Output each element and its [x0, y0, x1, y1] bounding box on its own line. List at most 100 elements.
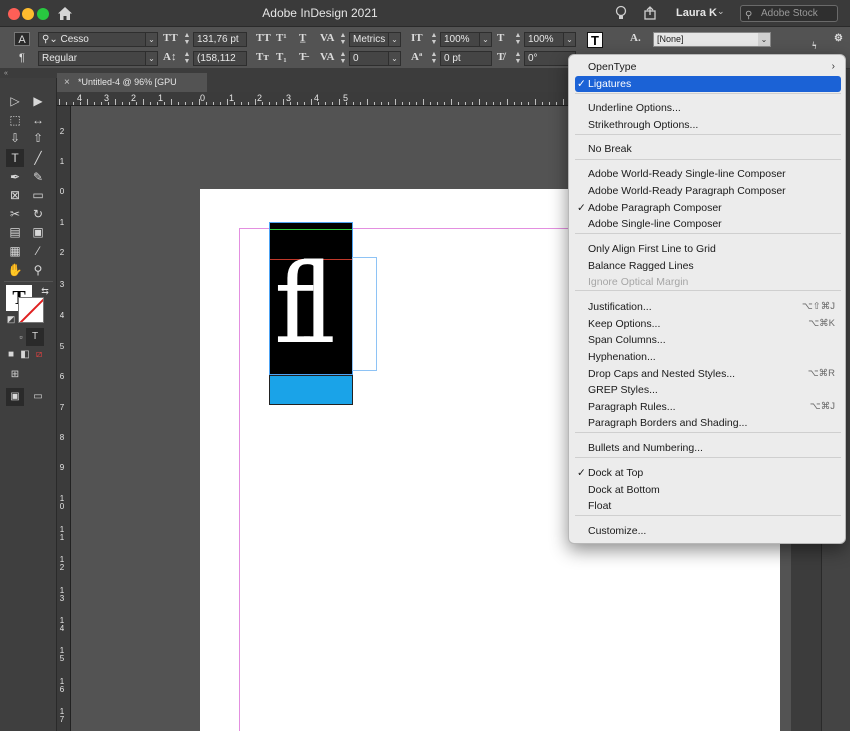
screen-mode-icon[interactable]: ⊞ [6, 366, 24, 384]
tracking-stepper[interactable]: ▲ ▼ [339, 51, 347, 66]
horizontal-scale-stepper[interactable]: ▲ ▼ [514, 32, 522, 47]
menu-item-ligatures[interactable]: ✓ Ligatures [575, 76, 841, 92]
menu-item-adobe-world-ready-paragraph-composer[interactable]: Adobe World-Ready Paragraph Composer [575, 183, 841, 199]
document-tab[interactable]: × *Untitled-4 @ 96% [GPU Preview] [57, 73, 207, 106]
swap-fill-stroke-icon[interactable]: ⇆ [36, 282, 54, 300]
stroke-color-swatch[interactable] [18, 297, 44, 323]
menu-item-dock-at-top[interactable]: ✓ Dock at Top [575, 465, 841, 481]
menu-item-span-columns[interactable]: Span Columns... [575, 332, 841, 348]
user-menu[interactable]: Laura K [676, 7, 717, 19]
adobe-stock-search-input[interactable]: ⚲ Adobe Stock [740, 5, 838, 22]
normal-view-icon[interactable]: ▣ [6, 388, 24, 406]
baseline-shift-stepper[interactable]: ▲ ▼ [430, 51, 438, 66]
menu-item-float[interactable]: Float [575, 498, 841, 514]
chevron-down-icon[interactable]: ⌄ [563, 33, 575, 46]
hand-tool-icon[interactable]: ✋ [6, 261, 24, 279]
chevron-down-icon[interactable]: ⌄ [758, 33, 770, 46]
gap-tool-icon[interactable]: ↔ [29, 111, 47, 129]
gear-icon[interactable]: ⚙ [834, 33, 843, 44]
character-style-dropdown[interactable]: [None] ⌄ [653, 32, 771, 47]
vertical-scale-field[interactable]: 100% ⌄ [440, 32, 492, 47]
formatting-affects-text-icon[interactable]: T [26, 328, 44, 346]
font-style-field[interactable]: Regular ⌄ [38, 51, 158, 66]
vertical-ruler[interactable]: 2101234567891 01 11 21 31 41 51 61 7 [57, 106, 71, 731]
menu-item-drop-caps-and-nested-styles[interactable]: Drop Caps and Nested Styles... ⌥⌘R [575, 366, 841, 382]
ruler-tick [178, 102, 179, 105]
subscript-icon[interactable]: T₁ [276, 51, 287, 63]
kerning-stepper[interactable]: ▲ ▼ [339, 32, 347, 47]
free-transform-tool-icon[interactable]: ↻ [29, 205, 47, 223]
menu-item-customize[interactable]: Customize... [575, 523, 841, 539]
selection-tool-icon[interactable]: ▷ [6, 92, 24, 110]
menu-item-underline-options[interactable]: Underline Options... [575, 100, 841, 116]
leading-field[interactable]: (158,112 [193, 51, 247, 66]
menu-item-bullets-and-numbering[interactable]: Bullets and Numbering... [575, 440, 841, 456]
baseline-shift-field[interactable]: 0 pt [440, 51, 492, 66]
fill-text-icon[interactable]: T [587, 32, 603, 48]
menu-item-adobe-single-line-composer[interactable]: Adobe Single-line Composer [575, 216, 841, 232]
ruler-tick [66, 102, 67, 105]
menu-item-paragraph-rules[interactable]: Paragraph Rules... ⌥⌘J [575, 399, 841, 415]
text-frame-outline[interactable] [352, 257, 377, 371]
underline-icon[interactable]: T̲ [299, 32, 306, 44]
font-size-field[interactable]: 131,76 pt [193, 32, 247, 47]
small-caps-icon[interactable]: Tᴛ [256, 51, 269, 63]
chevron-down-icon[interactable]: ⌄ [388, 33, 400, 46]
menu-item-no-break[interactable]: No Break [575, 141, 841, 157]
font-size-stepper[interactable]: ▲ ▼ [183, 32, 191, 47]
scissors-tool-icon[interactable]: ✂ [6, 205, 24, 223]
preview-mode-icon[interactable]: ▭ [29, 388, 47, 406]
leading-stepper[interactable]: ▲ ▼ [183, 51, 191, 66]
apply-none-icon[interactable]: ⧄ [30, 346, 48, 364]
horizontal-scale-field[interactable]: 100% ⌄ [524, 32, 576, 47]
chevron-down-icon[interactable]: ⌄ [145, 33, 157, 46]
menu-item-grep-styles[interactable]: GREP Styles... [575, 382, 841, 398]
all-caps-icon[interactable]: TT [256, 32, 271, 44]
menu-item-paragraph-borders-and-shading[interactable]: Paragraph Borders and Shading... [575, 415, 841, 431]
menu-item-hyphenation[interactable]: Hyphenation... [575, 349, 841, 365]
superscript-icon[interactable]: T¹ [276, 32, 287, 44]
pen-tool-icon[interactable]: ✒ [6, 168, 24, 186]
content-placer-icon[interactable]: ⇧ [29, 129, 47, 147]
line-tool-icon[interactable]: ╱ [29, 149, 47, 167]
blue-rectangle[interactable] [269, 375, 353, 405]
vertical-scale-stepper[interactable]: ▲ ▼ [430, 32, 438, 47]
content-collector-icon[interactable]: ⇩ [6, 129, 24, 147]
close-icon[interactable]: × [64, 73, 70, 92]
chevron-down-icon[interactable]: ⌄ [145, 52, 157, 65]
menu-item-keep-options[interactable]: Keep Options... ⌥⌘K [575, 316, 841, 332]
menu-item-opentype[interactable]: OpenType › [575, 59, 841, 75]
menu-item-strikethrough-options[interactable]: Strikethrough Options... [575, 117, 841, 133]
chevron-down-icon[interactable]: ⌄ [479, 33, 491, 46]
menu-item-justification[interactable]: Justification... ⌥⇧⌘J [575, 299, 841, 315]
zoom-tool-icon[interactable]: ⚲ [29, 261, 47, 279]
skew-stepper[interactable]: ▲ ▼ [514, 51, 522, 66]
strikethrough-icon[interactable]: T̶ [299, 51, 306, 63]
font-family-field[interactable]: ⚲⌄ Cesso ⌄ [38, 32, 158, 47]
page-tool-icon[interactable]: ⬚ [6, 111, 24, 129]
menu-item-dock-at-bottom[interactable]: Dock at Bottom [575, 482, 841, 498]
gradient-swatch-tool-icon[interactable]: ▤ [6, 223, 24, 241]
paragraph-formatting-mode-button[interactable]: ¶ [14, 51, 30, 65]
menu-item-adobe-paragraph-composer[interactable]: ✓ Adobe Paragraph Composer [575, 200, 841, 216]
pencil-tool-icon[interactable]: ✎ [29, 168, 47, 186]
tracking-field[interactable]: 0 ⌄ [349, 51, 401, 66]
gradient-feather-tool-icon[interactable]: ▣ [29, 223, 47, 241]
kerning-field[interactable]: Metrics ⌄ [349, 32, 401, 47]
lightning-icon[interactable]: ϟ [812, 41, 817, 52]
menu-item-adobe-world-ready-single-line-composer[interactable]: Adobe World-Ready Single-line Composer [575, 166, 841, 182]
type-tool-icon[interactable]: T [6, 149, 24, 167]
note-tool-icon[interactable]: ▦ [6, 242, 24, 260]
chevron-down-icon[interactable]: ⌄ [388, 52, 400, 65]
tools-collapse-toggle[interactable]: « [0, 69, 57, 78]
direct-selection-tool-icon[interactable]: ▶ [29, 92, 47, 110]
default-fill-stroke-icon[interactable]: ◩ [2, 310, 20, 328]
character-formatting-mode-button[interactable]: A [14, 32, 30, 46]
menu-item-only-align-first-line-to-grid[interactable]: Only Align First Line to Grid [575, 241, 841, 257]
rectangle-frame-tool-icon[interactable]: ⊠ [6, 186, 24, 204]
rectangle-tool-icon[interactable]: ▭ [29, 186, 47, 204]
menu-item-balance-ragged-lines[interactable]: Balance Ragged Lines [575, 258, 841, 274]
eyedropper-tool-icon[interactable]: ⁄ [29, 242, 47, 260]
share-icon[interactable] [642, 5, 658, 21]
lightbulb-icon[interactable] [613, 5, 629, 21]
